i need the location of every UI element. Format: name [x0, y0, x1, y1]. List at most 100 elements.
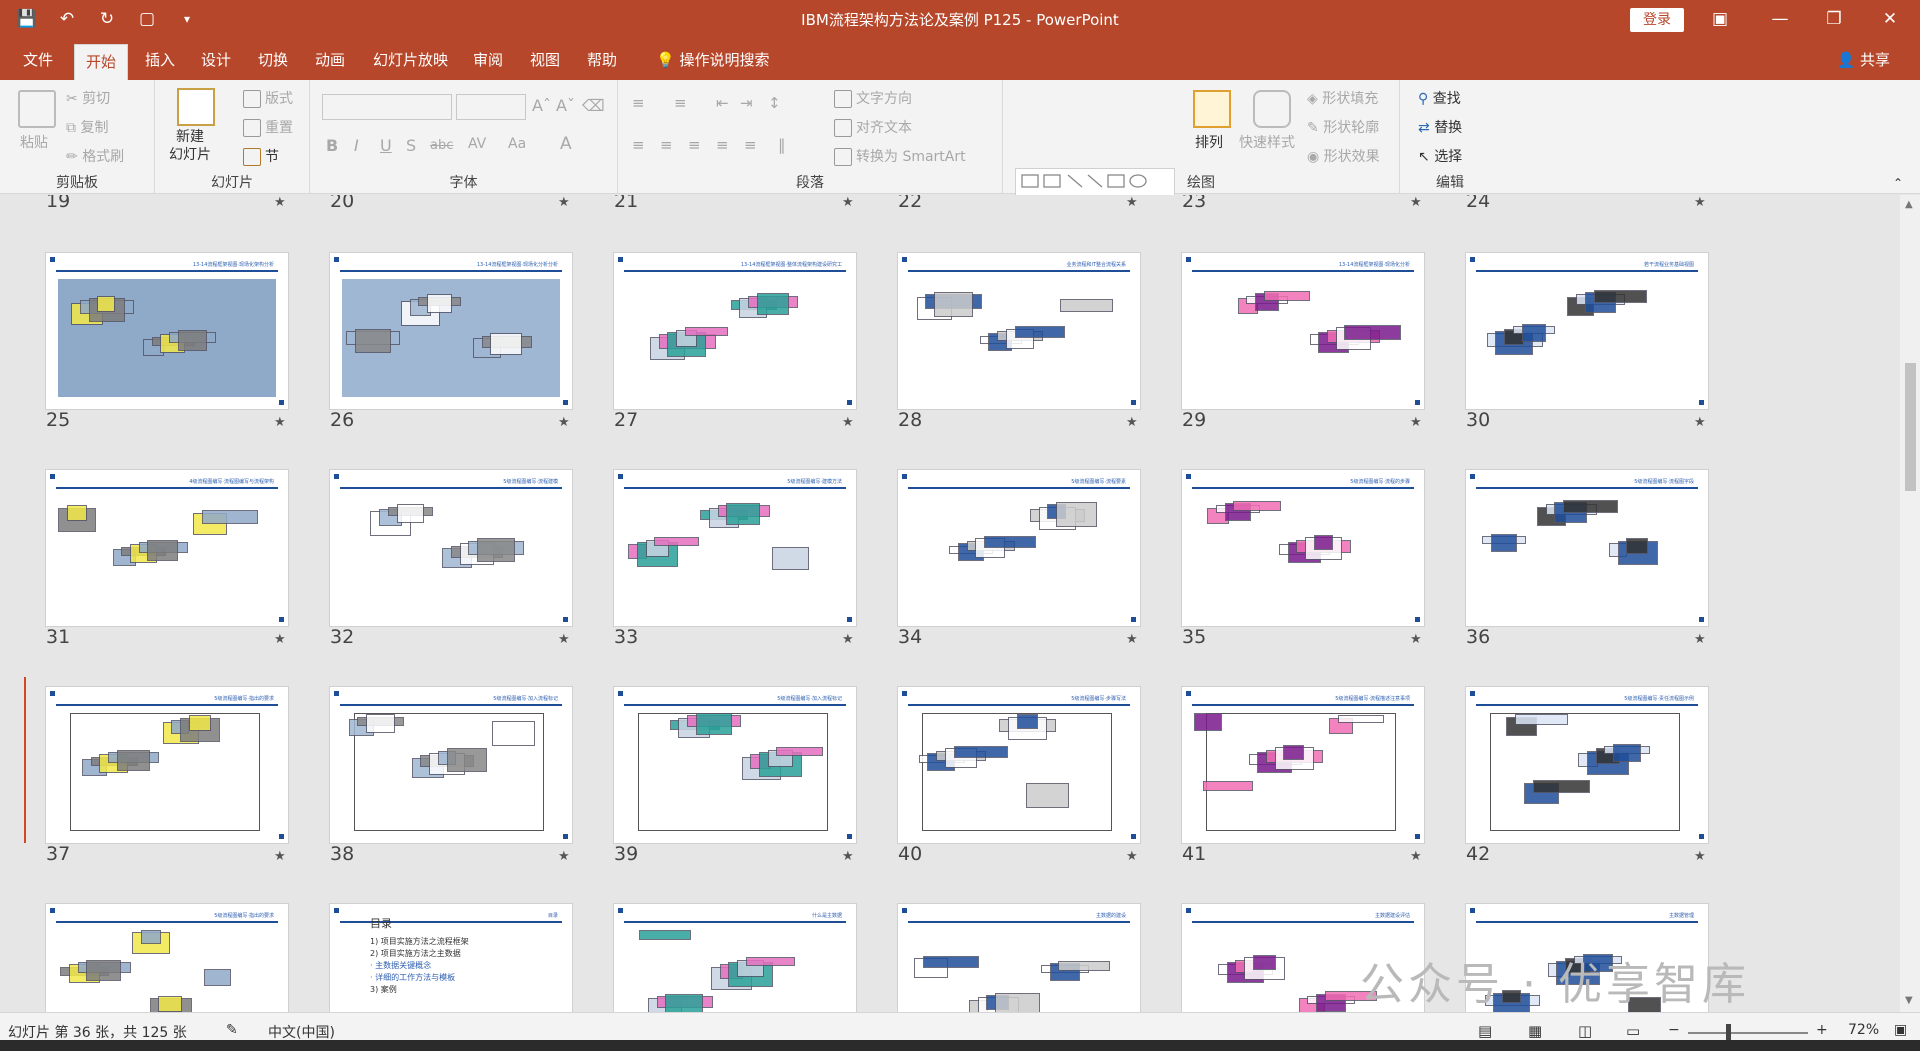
slide-thumbnail[interactable]: 5级流程图编写·指出的要求 — [46, 904, 288, 1012]
tab-animations[interactable]: 动画 — [304, 40, 356, 80]
animation-star-icon[interactable]: ★ — [1410, 849, 1422, 864]
align-right-icon[interactable]: ≡ — [688, 136, 701, 154]
tab-file[interactable]: 文件 — [12, 40, 64, 80]
normal-view-icon[interactable]: ▤ — [1478, 1022, 1492, 1040]
collapse-ribbon-icon[interactable]: ⌃ — [1893, 176, 1903, 190]
slide-thumbnail[interactable]: 13-14流程框架视图·现场化分析分析 — [330, 253, 572, 409]
language-status[interactable]: 中文(中国) — [268, 1022, 335, 1042]
quick-styles-icon[interactable] — [1253, 90, 1291, 128]
slide-thumbnail[interactable]: 13-14流程框架视图·整体流程架构建设研究工 — [614, 253, 856, 409]
restore-icon[interactable]: ❐ — [1816, 6, 1852, 32]
accessibility-icon[interactable]: ✎ — [226, 1022, 238, 1038]
format-painter-button[interactable]: ✏ 格式刷 — [66, 146, 124, 166]
shape-effects-button[interactable]: ◉ 形状效果 — [1307, 146, 1380, 166]
slide-thumbnail[interactable]: 5级流程图编写·流程建模 — [330, 470, 572, 626]
shape-outline-button[interactable]: ✎ 形状轮廓 — [1307, 117, 1379, 137]
paste-button[interactable]: 粘贴 — [20, 132, 48, 152]
slide-thumbnail[interactable]: 目录 目录 1) 项目实施方法之流程框架 2) 项目实施方法之主数据 · 主数据关键概念… — [330, 904, 572, 1012]
tab-view[interactable]: 视图 — [519, 40, 571, 80]
tab-insert[interactable]: 插入 — [134, 40, 186, 80]
animation-star-icon[interactable]: ★ — [274, 415, 286, 430]
font-color-icon[interactable]: A — [560, 134, 572, 154]
zoom-in-icon[interactable]: + — [1816, 1022, 1828, 1038]
close-icon[interactable]: ✕ — [1872, 6, 1908, 32]
columns-icon[interactable]: ‖ — [778, 136, 786, 154]
reading-view-icon[interactable]: ◫ — [1578, 1022, 1592, 1040]
increase-indent-icon[interactable]: ⇥ — [740, 94, 753, 112]
animation-star-icon[interactable]: ★ — [1694, 849, 1706, 864]
slide-thumbnail[interactable]: 什么是主数据 — [614, 904, 856, 1012]
slide-thumbnail[interactable]: 5级流程图编写·流程描述注意事项 — [1182, 687, 1424, 843]
line-spacing-icon[interactable]: ↕ — [768, 94, 781, 112]
font-size-dropdown[interactable] — [456, 94, 526, 120]
slide-thumbnail[interactable]: 5级流程图编写·流程的步骤 — [1182, 470, 1424, 626]
font-grow-icon[interactable]: Aˆ — [532, 96, 551, 115]
copy-button[interactable]: ⧉ 复制 — [66, 117, 108, 137]
bullets-icon[interactable]: ≡ — [632, 94, 645, 112]
slide-thumbnail[interactable]: 业务流程和IT整合流程关系 — [898, 253, 1140, 409]
change-case-icon[interactable]: Aa — [508, 136, 526, 152]
tab-home[interactable]: 开始 — [74, 44, 129, 80]
replace-button[interactable]: ⇄ 替换 — [1418, 117, 1462, 137]
animation-star-icon[interactable]: ★ — [842, 849, 854, 864]
tab-slideshow[interactable]: 幻灯片放映 — [362, 40, 459, 80]
zoom-out-icon[interactable]: − — [1668, 1022, 1680, 1038]
smartart-button[interactable]: 转换为 SmartArt — [834, 146, 966, 166]
arrange-icon[interactable] — [1193, 90, 1231, 128]
zoom-level[interactable]: 72% — [1848, 1022, 1879, 1038]
share-button[interactable]: 👤 共享 — [1837, 40, 1890, 80]
animation-star-icon[interactable]: ★ — [558, 195, 570, 210]
justify-icon[interactable]: ≡ — [716, 136, 729, 154]
reset-button[interactable]: 重置 — [243, 117, 293, 137]
arrange-button[interactable]: 排列 — [1195, 132, 1223, 152]
select-button[interactable]: ↖ 选择 — [1418, 146, 1462, 166]
slide-thumbnail[interactable]: 4级流程图编写·流程图编写与流程架构 — [46, 470, 288, 626]
slide-thumbnail[interactable]: 5级流程图编写·流程图字段 — [1466, 470, 1708, 626]
slide-thumbnail[interactable]: 5级流程图编写·加入流程标记 — [614, 687, 856, 843]
char-spacing-icon[interactable]: AV — [468, 136, 486, 152]
slide-thumbnail[interactable]: 5级流程图编写·步骤写法 — [898, 687, 1140, 843]
shape-fill-button[interactable]: ◈ 形状填充 — [1307, 88, 1378, 108]
animation-star-icon[interactable]: ★ — [274, 195, 286, 210]
slide-thumbnail[interactable]: 13-14流程框架视图·现场化架构分析 — [46, 253, 288, 409]
new-slide-icon[interactable] — [177, 88, 215, 126]
slideshow-icon[interactable]: ▭ — [1626, 1022, 1640, 1040]
animation-star-icon[interactable]: ★ — [558, 632, 570, 647]
animation-star-icon[interactable]: ★ — [842, 195, 854, 210]
slide-thumbnail[interactable]: 若干流程业务基础视图 — [1466, 253, 1708, 409]
font-shrink-icon[interactable]: Aˇ — [556, 96, 575, 115]
align-left-icon[interactable]: ≡ — [632, 136, 645, 154]
zoom-slider-handle[interactable] — [1726, 1024, 1731, 1040]
slide-thumbnail[interactable]: 13-14流程框架视图·现场化分析 — [1182, 253, 1424, 409]
animation-star-icon[interactable]: ★ — [1694, 415, 1706, 430]
text-direction-button[interactable]: 文字方向 — [834, 88, 912, 108]
cut-button[interactable]: ✂ 剪切 — [66, 88, 110, 108]
decrease-indent-icon[interactable]: ⇤ — [716, 94, 729, 112]
section-button[interactable]: 节 — [243, 146, 279, 166]
distributed-icon[interactable]: ≡ — [744, 136, 757, 154]
find-button[interactable]: ⚲ 查找 — [1418, 88, 1461, 108]
vertical-scrollbar[interactable]: ▲ ▼ — [1900, 195, 1920, 1012]
scroll-up-icon[interactable]: ▲ — [1905, 199, 1913, 210]
animation-star-icon[interactable]: ★ — [558, 849, 570, 864]
underline-icon[interactable]: U — [380, 136, 392, 155]
animation-star-icon[interactable]: ★ — [1410, 195, 1422, 210]
ribbon-display-icon[interactable]: ▣ — [1702, 6, 1738, 32]
slide-thumbnail[interactable]: 5级流程图编写·建模方法 — [614, 470, 856, 626]
layout-button[interactable]: 版式 — [243, 88, 293, 108]
clear-format-icon[interactable]: ⌫ — [582, 96, 605, 115]
minimize-icon[interactable]: — — [1762, 6, 1798, 32]
shadow-icon[interactable]: S — [406, 136, 416, 155]
slide-thumbnail[interactable]: 5级流程图编写·加入流程标记 — [330, 687, 572, 843]
tab-transitions[interactable]: 切换 — [247, 40, 299, 80]
scroll-down-icon[interactable]: ▼ — [1905, 995, 1913, 1006]
animation-star-icon[interactable]: ★ — [1126, 849, 1138, 864]
sorter-view-icon[interactable]: ▦ — [1528, 1022, 1542, 1040]
bold-icon[interactable]: B — [326, 136, 338, 155]
tab-review[interactable]: 审阅 — [462, 40, 514, 80]
animation-star-icon[interactable]: ★ — [842, 415, 854, 430]
tab-help[interactable]: 帮助 — [576, 40, 628, 80]
animation-star-icon[interactable]: ★ — [274, 849, 286, 864]
slide-thumbnail[interactable]: 5级流程图编写·流程要素 — [898, 470, 1140, 626]
strikethrough-icon[interactable]: abc — [430, 138, 453, 153]
